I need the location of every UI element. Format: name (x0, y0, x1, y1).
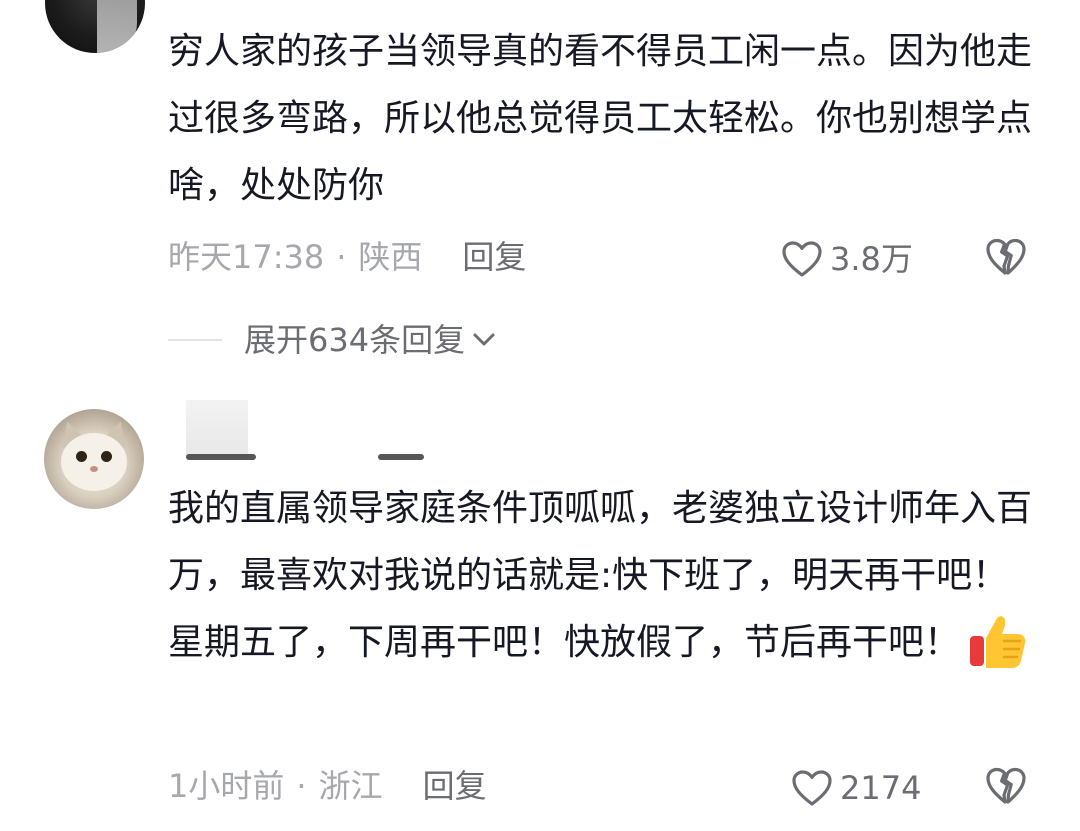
meta-separator: · (336, 238, 347, 276)
comment-time: 1小时前 (168, 767, 285, 805)
cat-face (61, 433, 127, 491)
dislike-button[interactable] (984, 764, 1028, 808)
cat-nose (90, 466, 98, 472)
cat-eye (76, 451, 87, 462)
comment-location: 浙江 (318, 767, 383, 805)
comment-text: 穷人家的孩子当领导真的看不得员工闲一点。因为他走过很多弯路，所以他总觉得员工太轻… (168, 31, 1033, 206)
expand-replies-button[interactable]: 展开634条回复 (168, 316, 499, 360)
broken-heart-icon (986, 767, 1026, 804)
expand-divider-line (168, 339, 222, 341)
blurred-username-stroke (378, 454, 424, 460)
thumbs-up-emoji (970, 616, 1026, 668)
like-button[interactable]: 3.8万 (780, 235, 913, 279)
comment-meta: 1小时前 · 浙江 回复 (168, 766, 487, 806)
like-count: 3.8万 (830, 240, 913, 278)
broken-heart-icon (986, 238, 1026, 275)
expand-replies-label: 展开634条回复 (244, 321, 466, 359)
comment-text: 我的直属领导家庭条件顶呱呱，老婆独立设计师年入百万，最喜欢对我说的话就是:快下班… (168, 475, 1038, 676)
heart-outline-icon (782, 241, 822, 277)
like-count: 2174 (840, 769, 922, 807)
avatar-hair-detail (97, 0, 137, 53)
meta-separator: · (296, 767, 307, 805)
heart-outline-icon (792, 770, 832, 806)
commenter-avatar[interactable] (44, 409, 144, 509)
cat-eye (101, 451, 112, 462)
dislike-button[interactable] (984, 235, 1028, 279)
like-button[interactable]: 2174 (790, 764, 921, 808)
comment-meta: 昨天17:38 · 陕西 回复 (168, 237, 526, 277)
comment-text-content: 我的直属领导家庭条件顶呱呱，老婆独立设计师年入百万，最喜欢对我说的话就是:快下班… (168, 488, 1033, 663)
comment-location: 陕西 (358, 238, 423, 276)
blurred-username[interactable] (186, 400, 430, 462)
reply-button[interactable]: 回复 (423, 766, 487, 806)
blurred-username-stroke (186, 454, 256, 460)
commenter-avatar[interactable] (45, 0, 145, 53)
reply-button[interactable]: 回复 (462, 237, 526, 277)
blurred-username-block (186, 400, 248, 456)
comment-time: 昨天17:38 (168, 238, 325, 276)
chevron-down-icon (473, 333, 495, 346)
